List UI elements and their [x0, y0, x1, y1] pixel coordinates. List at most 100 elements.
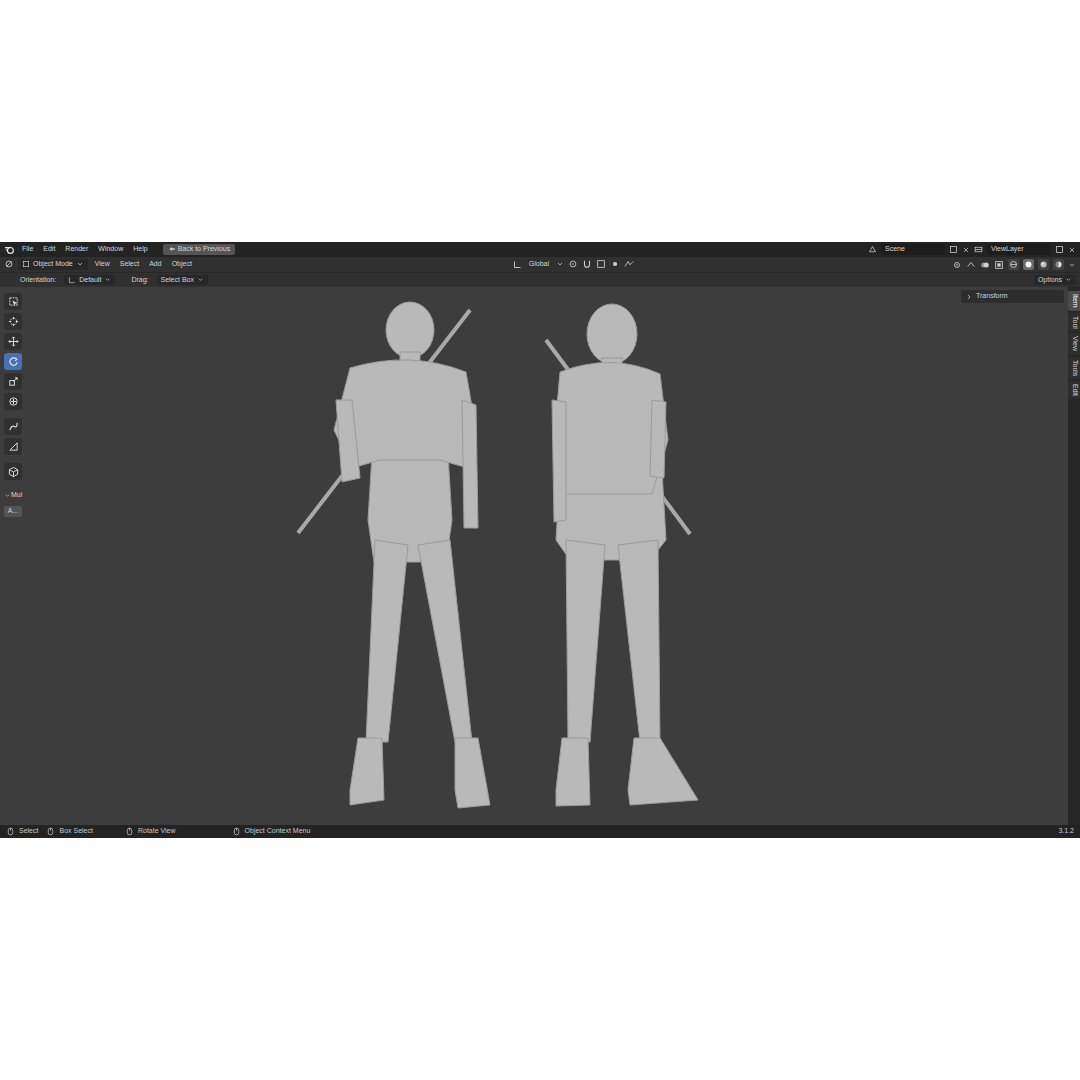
orientation-label: Orientation: — [20, 276, 56, 284]
tool-settings-bar: Orientation:DefaultDrag:Select BoxOption… — [0, 272, 1080, 287]
sidebar-tab[interactable]: Edit — [1068, 381, 1080, 399]
orientation-dropdown[interactable]: Global — [526, 259, 552, 269]
rendered-shading-icon — [1054, 260, 1063, 269]
back-to-previous-button[interactable]: Back to Previous — [163, 244, 236, 254]
object-mode-icon — [22, 260, 30, 268]
transform-panel-header[interactable]: Transform — [961, 290, 1064, 303]
menu-item[interactable]: File — [19, 244, 36, 254]
section-button[interactable]: A... — [4, 506, 22, 516]
proportional-edit-icon[interactable] — [610, 259, 620, 269]
menu-item[interactable]: Object — [169, 259, 195, 269]
viewport-canvas[interactable] — [28, 287, 961, 825]
shading-mode-button[interactable] — [1053, 259, 1064, 270]
mode-label: Object Mode — [33, 260, 73, 268]
drag-dropdown[interactable]: Select Box — [157, 275, 208, 285]
tool-section[interactable]: Mul — [4, 491, 28, 499]
top-bar: File Edit Render Window Help Back to Previous… — [0, 242, 1080, 257]
status-text: Box Select — [59, 827, 92, 835]
tool-button[interactable] — [4, 373, 22, 390]
viewport[interactable]: Mul A... — [0, 287, 1080, 825]
dropdown-chevron-icon — [1065, 276, 1072, 283]
overlay-icon[interactable] — [980, 260, 990, 270]
editor-type-icon[interactable] — [4, 259, 14, 269]
tool-button[interactable] — [4, 438, 22, 455]
falloff-icon[interactable] — [624, 259, 634, 269]
mode-dropdown[interactable]: Object Mode — [18, 259, 88, 269]
copy-icon[interactable] — [1055, 245, 1064, 254]
tool-button[interactable] — [4, 463, 22, 480]
tool-button[interactable] — [4, 313, 22, 330]
tool-separator — [4, 413, 28, 415]
rotate-icon — [8, 356, 19, 367]
visibility-icon[interactable] — [952, 260, 962, 270]
xray-icon[interactable] — [994, 260, 1004, 270]
close-icon[interactable] — [962, 246, 970, 254]
viewport-header: Object Mode View Select Add Object Global — [0, 257, 1080, 272]
menu-item[interactable]: Help — [130, 244, 150, 254]
pivot-icon[interactable] — [568, 259, 578, 269]
scene-icon[interactable] — [868, 245, 877, 254]
measure-icon — [8, 441, 19, 452]
gizmo-icon[interactable] — [966, 260, 976, 270]
snap-target-icon[interactable] — [596, 259, 606, 269]
status-text: Object Context Menu — [245, 827, 311, 835]
orientation-icon[interactable] — [513, 260, 522, 269]
material-shading-icon — [1039, 260, 1048, 269]
orientation-value: Default — [79, 276, 101, 284]
options-label: Options — [1038, 276, 1062, 284]
annotate-icon — [8, 421, 19, 432]
back-label: Back to Previous — [178, 245, 231, 253]
status-hint: Rotate View — [125, 827, 176, 836]
scale-icon — [8, 376, 19, 387]
sidebar-tab[interactable]: Item — [1068, 291, 1080, 311]
sidebar-tab[interactable]: Tools — [1068, 357, 1080, 379]
dropdown-chevron-icon[interactable] — [556, 260, 564, 268]
solid-shading-icon — [1024, 260, 1033, 269]
snap-icon[interactable] — [582, 259, 592, 269]
mouse-icon — [6, 827, 15, 836]
status-hint: Object Context Menu — [232, 827, 311, 836]
add-cube-icon — [8, 466, 19, 477]
menu-item[interactable]: Render — [62, 244, 91, 254]
sidebar-tabs: Item ToolView Tools Edit — [1068, 287, 1080, 825]
panel-title: Transform — [976, 292, 1008, 300]
dropdown-chevron-icon — [104, 276, 111, 283]
mouse-icon — [46, 827, 55, 836]
sidebar-tab[interactable]: View — [1068, 333, 1080, 354]
toolbar: Mul A... — [0, 287, 28, 825]
shading-mode-button[interactable] — [1008, 259, 1019, 270]
select-box-icon — [8, 296, 19, 307]
close-icon[interactable] — [1068, 246, 1076, 254]
view-layer-icon[interactable] — [974, 245, 983, 254]
tool-button[interactable] — [4, 353, 22, 370]
menu-item[interactable]: Window — [95, 244, 126, 254]
menu-item[interactable]: Add — [146, 259, 164, 269]
view-layer-field[interactable]: ViewLayer — [987, 244, 1051, 254]
orientation-icon — [68, 276, 76, 284]
status-hint: Box Select — [46, 827, 92, 836]
copy-icon[interactable] — [949, 245, 958, 254]
orientation-default-dropdown[interactable]: Default — [64, 275, 115, 285]
header-left: Object Mode View Select Add Object — [4, 259, 195, 269]
version-label: 3.1.2 — [1058, 827, 1074, 835]
scene-field[interactable]: Scene — [881, 244, 945, 254]
model-figures[interactable] — [28, 287, 961, 825]
status-hint: Select — [6, 827, 38, 836]
cursor-icon — [8, 316, 19, 327]
sidebar-tab[interactable]: Tool — [1068, 313, 1080, 332]
menu-item[interactable]: View — [92, 259, 113, 269]
tool-button[interactable] — [4, 418, 22, 435]
dropdown-chevron-icon — [76, 260, 84, 268]
shading-mode-button[interactable] — [1038, 259, 1049, 270]
tool-button[interactable] — [4, 293, 22, 310]
menu-item[interactable]: Edit — [40, 244, 58, 254]
shading-mode-button[interactable] — [1023, 259, 1034, 270]
dropdown-chevron-icon[interactable] — [1068, 261, 1076, 269]
tool-button[interactable] — [4, 393, 22, 410]
mouse-icon — [232, 827, 241, 836]
menu-item[interactable]: Select — [117, 259, 142, 269]
move-icon — [8, 336, 19, 347]
tool-button[interactable] — [4, 333, 22, 350]
options-dropdown[interactable]: Options — [1034, 275, 1076, 285]
blender-logo-icon[interactable] — [4, 244, 15, 255]
